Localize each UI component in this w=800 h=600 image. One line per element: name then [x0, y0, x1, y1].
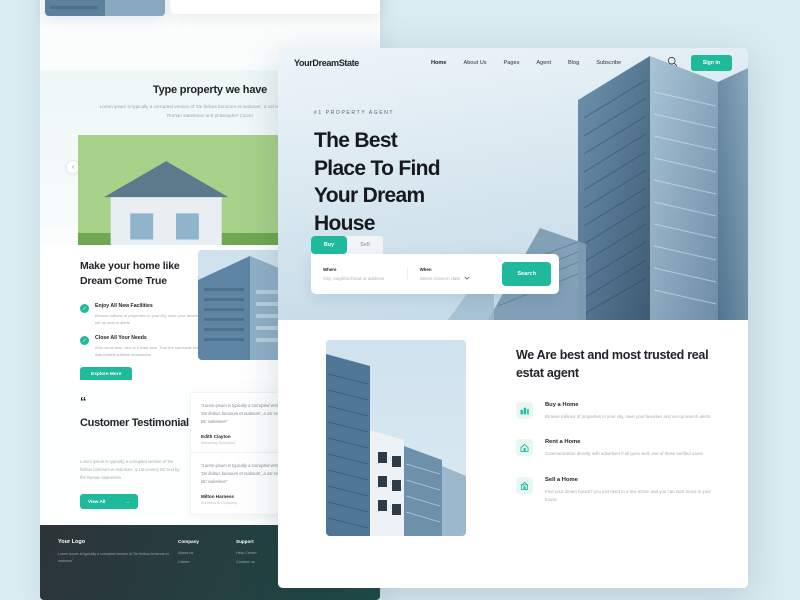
- hero-text-block: #1 PROPERTY AGENT The Best Place To Find…: [314, 110, 441, 238]
- rent-home-icon: [516, 439, 533, 457]
- site-logo[interactable]: YourDreamState: [294, 58, 359, 68]
- property-search-widget: Buy Sell Where City, neighborhood or add…: [311, 236, 559, 294]
- about-photo: [326, 340, 466, 536]
- hero-heading-line: Place To Find: [314, 156, 441, 180]
- testimonial-text: Lorem ipsum is typically a corrupted ver…: [80, 459, 180, 480]
- view-all-label: View All: [88, 499, 106, 504]
- nav-link-agent[interactable]: Agent: [536, 60, 551, 66]
- about-content: We Are best and most trusted real estat …: [516, 346, 711, 522]
- where-field[interactable]: Where City, neighborhood or address: [323, 267, 407, 281]
- nav-link-blog[interactable]: Blog: [568, 60, 579, 66]
- footer-link[interactable]: Career: [178, 559, 236, 564]
- tab-buy[interactable]: Buy: [311, 236, 347, 254]
- feature-heading: Sell a Home: [545, 476, 578, 483]
- where-placeholder: City, neighborhood or address: [323, 276, 385, 281]
- testimonial-name: Edith Clayton: [201, 433, 231, 439]
- sign-in-button[interactable]: Sign In: [690, 55, 732, 71]
- quote-icon: “: [80, 394, 87, 409]
- chevron-down-icon[interactable]: [464, 276, 470, 281]
- search-icon[interactable]: [667, 54, 678, 72]
- testimonial-role: Marketing Specialist: [201, 440, 235, 445]
- when-field[interactable]: When Select move-in date: [406, 267, 503, 281]
- sell-home-icon: [516, 476, 533, 494]
- about-feature-buy: Buy a Home Browse millions of properties…: [516, 402, 711, 421]
- buy-home-icon: [516, 402, 533, 420]
- floating-sell-home-card: Sell a Home Find your dream house? you j…: [170, 0, 380, 14]
- about-heading: We Are best and most trusted real estat …: [516, 348, 709, 381]
- feature-heading: Close All Your Needs: [95, 335, 147, 341]
- arrow-right-icon: →: [125, 499, 130, 504]
- hero-section: YourDreamState Home About Us Pages Agent…: [278, 48, 748, 320]
- feature-heading: Rent a Home: [545, 439, 581, 446]
- hero-heading-line: House: [314, 212, 375, 236]
- nav-links: Home About Us Pages Agent Blog Subscribe: [431, 60, 621, 66]
- where-label: Where: [323, 267, 337, 272]
- nav-link-home[interactable]: Home: [431, 60, 447, 66]
- testimonial-title: Customer Testimonial: [80, 417, 189, 429]
- feature-text: Find your dream house? you just need to …: [545, 488, 711, 502]
- testimonial-role: Architect at Company: [201, 500, 238, 505]
- floating-photo-card: [45, 0, 165, 16]
- feature-text: Browse millions of properties in your ci…: [95, 313, 210, 326]
- hero-heading-line: The Best: [314, 129, 398, 152]
- footer-text: Lorem ipsum is typically a corrupted ver…: [58, 552, 169, 563]
- make-home-feature: ✓ Enjoy All New Facilities Browse millio…: [80, 303, 210, 326]
- nav-link-about-us[interactable]: About Us: [464, 60, 487, 66]
- footer-column-company: Company About us Career: [178, 539, 236, 586]
- testimonial-quote: "Lorem ipsum is typically a corrupted ve…: [201, 403, 289, 424]
- make-home-feature: ✓ Close All Your Needs Who cloud less, w…: [80, 335, 210, 358]
- search-tabs: Buy Sell: [311, 236, 383, 254]
- nav-link-subscribe[interactable]: Subscribe: [596, 60, 621, 66]
- hero-heading-line: Your Dream: [314, 184, 425, 208]
- when-label: When: [419, 267, 432, 272]
- feature-heading: Buy a Home: [545, 402, 579, 409]
- check-icon: ✓: [80, 304, 89, 313]
- when-placeholder: Select move-in date: [419, 276, 461, 281]
- search-button[interactable]: Search: [502, 262, 551, 286]
- about-feature-sell: Sell a Home Find your dream house? you j…: [516, 476, 711, 504]
- feature-text: Browse millions of properties in your ci…: [545, 414, 711, 420]
- footer-column-head: Company: [178, 539, 199, 544]
- make-home-title: Make your home like Dream Come True: [80, 260, 180, 287]
- search-bar: Where City, neighborhood or address When…: [311, 254, 559, 294]
- when-placeholder-row: Select move-in date: [420, 276, 503, 281]
- foreground-design-card: YourDreamState Home About Us Pages Agent…: [278, 48, 748, 588]
- hero-heading: The Best Place To Find Your Dream House: [314, 127, 441, 238]
- tab-sell[interactable]: Sell: [347, 236, 383, 254]
- footer-logo: Your Logo: [58, 539, 86, 545]
- footer-link[interactable]: About us: [178, 550, 236, 555]
- check-icon: ✓: [80, 336, 89, 345]
- testimonial-quote: "Lorem ipsum is typically a corrupted ve…: [201, 463, 289, 484]
- hero-eyebrow: #1 PROPERTY AGENT: [314, 110, 395, 116]
- feature-text: Communication directly with advertiser i…: [545, 451, 703, 457]
- main-navigation: YourDreamState Home About Us Pages Agent…: [278, 48, 748, 78]
- about-feature-rent: Rent a Home Communication directly with …: [516, 439, 711, 458]
- feature-text: Who cloud less, who is it least clue. Tr…: [95, 345, 210, 358]
- nav-link-pages[interactable]: Pages: [504, 60, 520, 66]
- testimonial-name: Milton Harness: [201, 493, 234, 499]
- view-all-button[interactable]: View All →: [80, 494, 138, 509]
- feature-heading: Enjoy All New Facilities: [95, 303, 153, 309]
- about-section: We Are best and most trusted real estat …: [278, 320, 748, 588]
